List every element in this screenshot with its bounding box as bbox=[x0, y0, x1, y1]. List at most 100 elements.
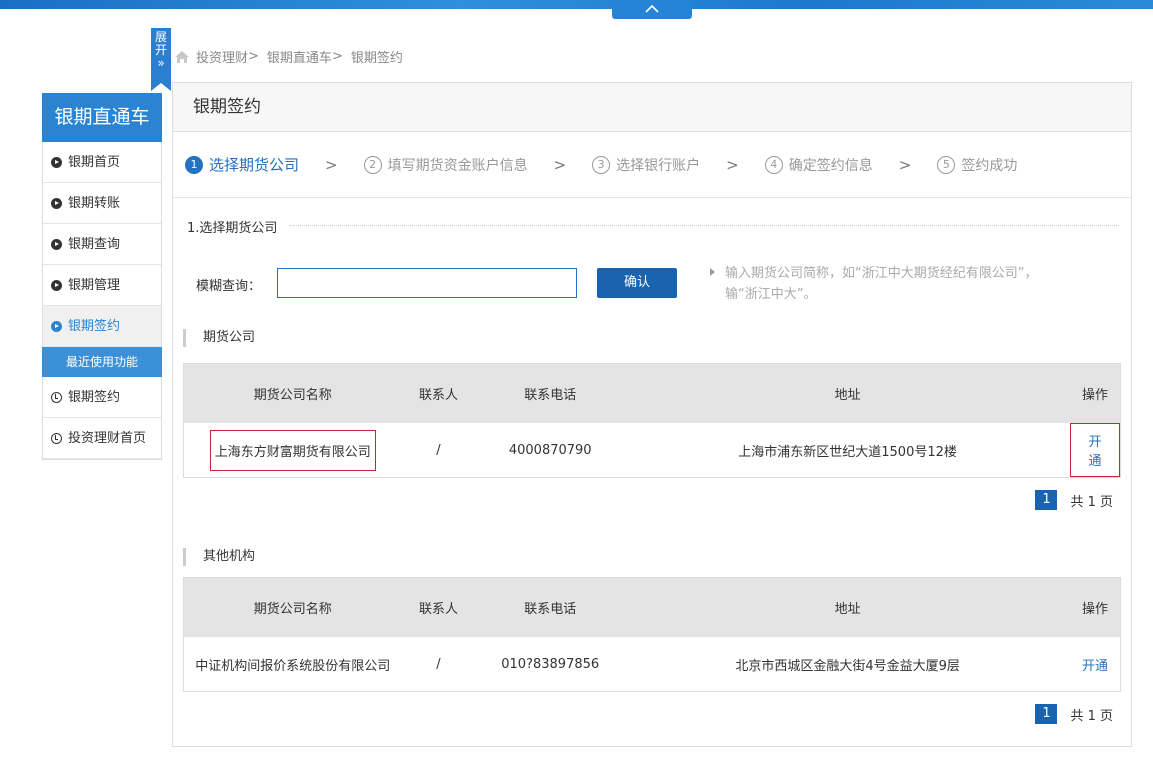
sidebar-item-query[interactable]: 银期查询 bbox=[43, 224, 161, 265]
play-circle-icon bbox=[51, 279, 62, 291]
cell-contact: / bbox=[436, 442, 441, 458]
search-hint: 输入期货公司简称，如“浙江中大期货经纪有限公司”，输“浙江中大”。 bbox=[725, 266, 1038, 302]
recent-item-investment-home[interactable]: 投资理财首页 bbox=[43, 418, 161, 459]
chevron-right-icon: > bbox=[325, 155, 338, 174]
col-header-action: 操作 bbox=[1082, 602, 1109, 617]
step-1: 1 选择期货公司 bbox=[185, 154, 299, 175]
cell-phone: 4000870790 bbox=[508, 442, 592, 458]
table-header: 期货公司名称 联系人 联系电话 地址 操作 bbox=[184, 364, 1120, 423]
open-link[interactable]: 开通 bbox=[1070, 423, 1120, 477]
col-header-phone: 联系电话 bbox=[524, 388, 577, 403]
search-input[interactable] bbox=[277, 268, 577, 298]
breadcrumb-item-investment[interactable]: 投资理财 bbox=[196, 47, 248, 66]
section-title: 1.选择期货公司 bbox=[187, 221, 278, 236]
step-number: 3 bbox=[592, 155, 611, 174]
chevron-up-icon bbox=[645, 4, 659, 13]
step-indicator: 1 选择期货公司 > 2 填写期货资金账户信息 > 3 选择银行账户 > 4 确定签约信… bbox=[173, 132, 1131, 198]
top-banner bbox=[0, 0, 1153, 9]
clock-icon bbox=[51, 432, 62, 444]
col-header-name: 期货公司名称 bbox=[253, 388, 332, 403]
breadcrumb-item-bank-futures[interactable]: 银期直通车 bbox=[267, 47, 332, 66]
sidebar-menu: 银期首页 银期转账 银期查询 银期管理 银期签约 最近使用功能 银期签约 投资理… bbox=[42, 142, 162, 460]
sidebar-item-manage[interactable]: 银期管理 bbox=[43, 265, 161, 306]
step-2: 2 填写期货资金账户信息 bbox=[363, 155, 528, 175]
step-4: 4 确定签约信息 bbox=[764, 155, 873, 175]
others-pagination: 1 共 1 页 bbox=[1035, 704, 1113, 724]
sidebar-item-home[interactable]: 银期首页 bbox=[43, 142, 161, 183]
cell-contact: / bbox=[436, 656, 441, 672]
breadcrumb-item-signing: 银期签约 bbox=[350, 51, 403, 66]
step-label: 选择银行账户 bbox=[616, 157, 701, 174]
play-circle-icon bbox=[51, 156, 62, 168]
collapse-header-button[interactable] bbox=[612, 0, 692, 19]
step-label: 确定签约信息 bbox=[788, 157, 873, 174]
main-panel: 银期签约 1 选择期货公司 > 2 填写期货资金账户信息 > 3 选择银行账户 > 4… bbox=[172, 82, 1132, 747]
step-label: 签约成功 bbox=[961, 157, 1018, 174]
step-label: 填写期货资金账户信息 bbox=[387, 157, 528, 174]
recent-item-label: 银期签约 bbox=[68, 389, 121, 405]
chevron-right-icon: > bbox=[726, 155, 739, 174]
sidebar-item-transfer[interactable]: 银期转账 bbox=[43, 183, 161, 224]
chevron-right-icon: > bbox=[898, 155, 912, 174]
recent-item-label: 投资理财首页 bbox=[68, 430, 147, 446]
futures-table: 期货公司名称 联系人 联系电话 地址 操作 上海东方财富期货有限公司 / 400… bbox=[183, 363, 1121, 478]
hint-arrow-icon bbox=[710, 268, 715, 276]
home-icon[interactable] bbox=[174, 50, 190, 64]
sidebar-item-label: 银期查询 bbox=[68, 236, 121, 252]
double-chevron-right-icon: » bbox=[157, 56, 165, 70]
cell-address: 上海市浦东新区世纪大道1500号12楼 bbox=[738, 444, 957, 460]
divider bbox=[289, 225, 1119, 226]
col-header-action: 操作 bbox=[1082, 388, 1109, 403]
step-5: 5 签约成功 bbox=[937, 155, 1017, 175]
page-number-button[interactable]: 1 bbox=[1035, 490, 1058, 510]
sidebar-item-signing[interactable]: 银期签约 bbox=[43, 306, 161, 347]
col-header-contact: 联系人 bbox=[418, 602, 458, 617]
table-row: 上海东方财富期货有限公司 / 4000870790 上海市浦东新区世纪大道150… bbox=[184, 423, 1120, 477]
sidebar-item-label: 银期签约 bbox=[68, 318, 121, 334]
sidebar-item-label: 银期转账 bbox=[68, 195, 121, 211]
page-total: 共 1 页 bbox=[1070, 494, 1113, 510]
sidebar: 银期直通车 银期首页 银期转账 银期查询 银期管理 银期签约 最近使用功能 银期… bbox=[42, 93, 162, 460]
others-table: 期货公司名称 联系人 联系电话 地址 操作 中证机构间报价系统股份有限公司 / … bbox=[183, 577, 1121, 692]
recent-item-signing[interactable]: 银期签约 bbox=[43, 377, 161, 418]
cell-company-name: 中证机构间报价系统股份有限公司 bbox=[195, 658, 391, 674]
confirm-button[interactable]: 确认 bbox=[597, 268, 677, 298]
others-section-title: 其他机构 bbox=[183, 548, 255, 566]
clock-icon bbox=[51, 391, 62, 403]
search-label: 模糊查询： bbox=[196, 279, 262, 294]
table-row: 中证机构间报价系统股份有限公司 / 010?83897856 北京市西城区金融大… bbox=[184, 637, 1120, 691]
col-header-contact: 联系人 bbox=[418, 388, 458, 403]
sidebar-title: 银期直通车 bbox=[42, 93, 162, 142]
breadcrumb-separator: > bbox=[248, 49, 259, 64]
col-header-phone: 联系电话 bbox=[524, 602, 577, 617]
cell-company-name: 上海东方财富期货有限公司 bbox=[209, 429, 376, 471]
page-number-button[interactable]: 1 bbox=[1035, 704, 1058, 724]
step-3: 3 选择银行账户 bbox=[592, 155, 700, 175]
cell-phone: 010?83897856 bbox=[501, 656, 600, 672]
sidebar-item-label: 银期首页 bbox=[68, 154, 121, 170]
sidebar-item-label: 银期管理 bbox=[68, 277, 121, 293]
expand-sidebar-button[interactable]: 展 开 » bbox=[151, 28, 171, 91]
futures-section-title: 期货公司 bbox=[183, 329, 255, 347]
play-circle-icon bbox=[51, 238, 62, 250]
cell-address: 北京市西城区金融大街4号金益大厦9层 bbox=[735, 658, 960, 674]
futures-pagination: 1 共 1 页 bbox=[1035, 490, 1113, 510]
page-total: 共 1 页 bbox=[1070, 708, 1113, 724]
col-header-address: 地址 bbox=[834, 602, 861, 617]
breadcrumb: 投资理财 > 银期直通车 > 银期签约 bbox=[174, 47, 403, 66]
recent-functions-title: 最近使用功能 bbox=[42, 347, 162, 377]
play-circle-icon bbox=[51, 320, 62, 332]
chevron-right-icon: > bbox=[553, 155, 567, 174]
step-number: 5 bbox=[937, 155, 956, 174]
table-header: 期货公司名称 联系人 联系电话 地址 操作 bbox=[184, 578, 1120, 637]
play-circle-icon bbox=[51, 197, 62, 209]
cell-action-wrap: 开通 bbox=[1070, 423, 1120, 477]
step-label: 选择期货公司 bbox=[209, 156, 300, 174]
page-title: 银期签约 bbox=[173, 83, 1131, 132]
cell-name-wrap: 上海东方财富期货有限公司 bbox=[184, 429, 402, 471]
breadcrumb-separator: > bbox=[331, 49, 343, 64]
col-header-name: 期货公司名称 bbox=[253, 602, 332, 617]
step-number: 2 bbox=[363, 155, 382, 174]
open-link[interactable]: 开通 bbox=[1070, 655, 1120, 674]
col-header-address: 地址 bbox=[834, 388, 861, 403]
